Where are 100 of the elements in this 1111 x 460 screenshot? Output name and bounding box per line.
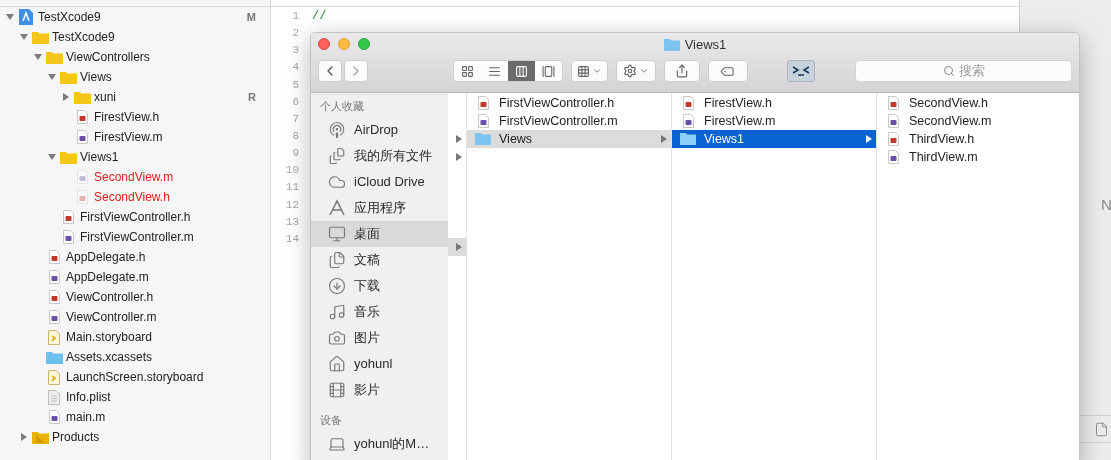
sidebar-item[interactable]: 桌面 <box>311 221 448 247</box>
file-name[interactable]: main.m <box>66 408 106 426</box>
line-number: 9 <box>292 146 299 162</box>
sidebar-item[interactable]: 影片 <box>311 377 448 403</box>
column-view-icon <box>515 64 528 78</box>
line-number: 6 <box>292 94 299 110</box>
folder-icon <box>31 430 49 444</box>
column-row[interactable]: FirestView.h <box>672 94 876 112</box>
file-name[interactable]: Products <box>52 428 100 446</box>
sidebar-item[interactable]: iCloud Drive <box>311 169 448 195</box>
disclosure-triangle-icon[interactable] <box>34 53 42 61</box>
column-row[interactable]: SecondView.m <box>877 112 1079 130</box>
camera-icon <box>328 329 346 347</box>
column-row[interactable]: ThirdView.h <box>877 130 1079 148</box>
file-name[interactable]: FirstViewController.m <box>80 228 194 246</box>
disclosure-triangle-icon[interactable] <box>48 73 56 81</box>
sidebar-item[interactable]: AirDrop <box>311 117 448 143</box>
back-button[interactable] <box>318 60 342 82</box>
file-name[interactable]: LaunchScreen.storyboard <box>66 368 204 386</box>
column-row[interactable]: FirestView.m <box>672 112 876 130</box>
disclosure-triangle-icon[interactable] <box>6 13 14 21</box>
file-name: Views <box>499 130 534 148</box>
line-number: 2 <box>292 26 299 42</box>
grid-icon <box>577 64 590 78</box>
sidebar-item[interactable]: 我的所有文件 <box>311 143 448 169</box>
partial-column-row[interactable] <box>448 238 466 256</box>
column-row[interactable]: FirstViewController.m <box>467 112 671 130</box>
line-number: 12 <box>285 197 299 213</box>
file-name[interactable]: Views <box>80 68 112 86</box>
column-row[interactable]: FirstViewController.h <box>467 94 671 112</box>
file-name[interactable]: Info.plist <box>66 388 111 406</box>
file-name[interactable]: xuni <box>94 88 116 106</box>
gear-icon <box>623 64 637 78</box>
source-file-icon <box>48 270 60 284</box>
close-button[interactable] <box>318 38 330 50</box>
file-name[interactable]: ViewController.h <box>66 288 154 306</box>
file-name: ThirdView.h <box>909 130 976 148</box>
file-name[interactable]: SecondView.m <box>94 168 174 186</box>
source-file-icon <box>477 114 489 128</box>
sidebar-item[interactable]: yohunl <box>311 351 448 377</box>
action-button[interactable] <box>616 60 656 82</box>
header-file-icon <box>62 210 74 224</box>
sidebar-item[interactable]: yohunl的M… <box>311 431 448 457</box>
file-name[interactable]: FirestView.h <box>94 108 160 126</box>
sidebar-item[interactable]: 音乐 <box>311 299 448 325</box>
source-file-icon <box>682 114 694 128</box>
zoom-button[interactable] <box>358 38 370 50</box>
disclosure-arrow-icon <box>456 243 462 251</box>
file-name[interactable]: AppDelegate.h <box>66 248 146 266</box>
column-row[interactable]: SecondView.h <box>877 94 1079 112</box>
code-comment: // <box>312 8 327 25</box>
file-name[interactable]: FirestView.m <box>94 128 163 146</box>
tag-button[interactable] <box>708 60 748 82</box>
file-name[interactable]: AppDelegate.m <box>66 268 149 286</box>
terminal-button[interactable] <box>787 60 815 82</box>
disclosure-triangle-icon[interactable] <box>20 433 28 441</box>
share-icon <box>675 64 689 78</box>
column-row[interactable]: ThirdView.m <box>877 148 1079 166</box>
file-name[interactable]: FirstViewController.h <box>80 208 191 226</box>
column-row[interactable]: Views1 <box>672 130 876 148</box>
column-row[interactable]: Views <box>467 130 671 148</box>
file-name: Views1 <box>704 130 746 148</box>
icon-view-icon <box>461 64 474 78</box>
column-view-button[interactable] <box>508 61 535 81</box>
line-number: 13 <box>285 214 299 230</box>
sidebar-item[interactable]: 下载 <box>311 273 448 299</box>
storyboard-file-icon <box>48 369 60 385</box>
chevron-down-icon <box>639 66 649 76</box>
folder-icon <box>45 50 63 64</box>
line-number: 8 <box>292 129 299 144</box>
line-number: 1 <box>292 9 299 24</box>
status-label: R <box>248 89 256 105</box>
terminal-icon <box>791 65 811 77</box>
airdrop-icon <box>328 121 346 139</box>
music-note-icon <box>328 303 346 321</box>
disclosure-triangle-icon[interactable] <box>48 153 56 161</box>
sidebar-item[interactable]: 图片 <box>311 325 448 351</box>
desktop-icon <box>328 225 346 243</box>
file-name[interactable]: Views1 <box>80 148 119 166</box>
header-file-icon <box>76 110 88 124</box>
file-icon[interactable] <box>1094 421 1109 437</box>
disclosure-triangle-icon[interactable] <box>62 93 70 101</box>
assets-folder-icon <box>45 350 63 364</box>
file-name[interactable]: Main.storyboard <box>66 328 153 346</box>
file-name[interactable]: Assets.xcassets <box>66 348 153 366</box>
search-icon <box>942 65 955 77</box>
share-button[interactable] <box>664 60 700 82</box>
disclosure-arrow-icon <box>456 153 462 161</box>
arrange-button[interactable] <box>571 60 608 82</box>
sidebar-item[interactable]: 应用程序 <box>311 195 448 221</box>
file-name[interactable]: ViewController.m <box>66 308 157 326</box>
laptop-icon <box>328 435 346 453</box>
disclosure-triangle-icon[interactable] <box>20 33 28 41</box>
file-name[interactable]: ViewControllers <box>66 48 150 66</box>
source-file-icon <box>76 170 88 184</box>
file-name[interactable]: SecondView.h <box>94 188 170 206</box>
file-name[interactable]: TestXcode9 <box>52 28 115 46</box>
sidebar-item[interactable]: 文稿 <box>311 247 448 273</box>
cloud-icon <box>328 173 346 191</box>
file-name[interactable]: TestXcode9 <box>38 8 101 26</box>
